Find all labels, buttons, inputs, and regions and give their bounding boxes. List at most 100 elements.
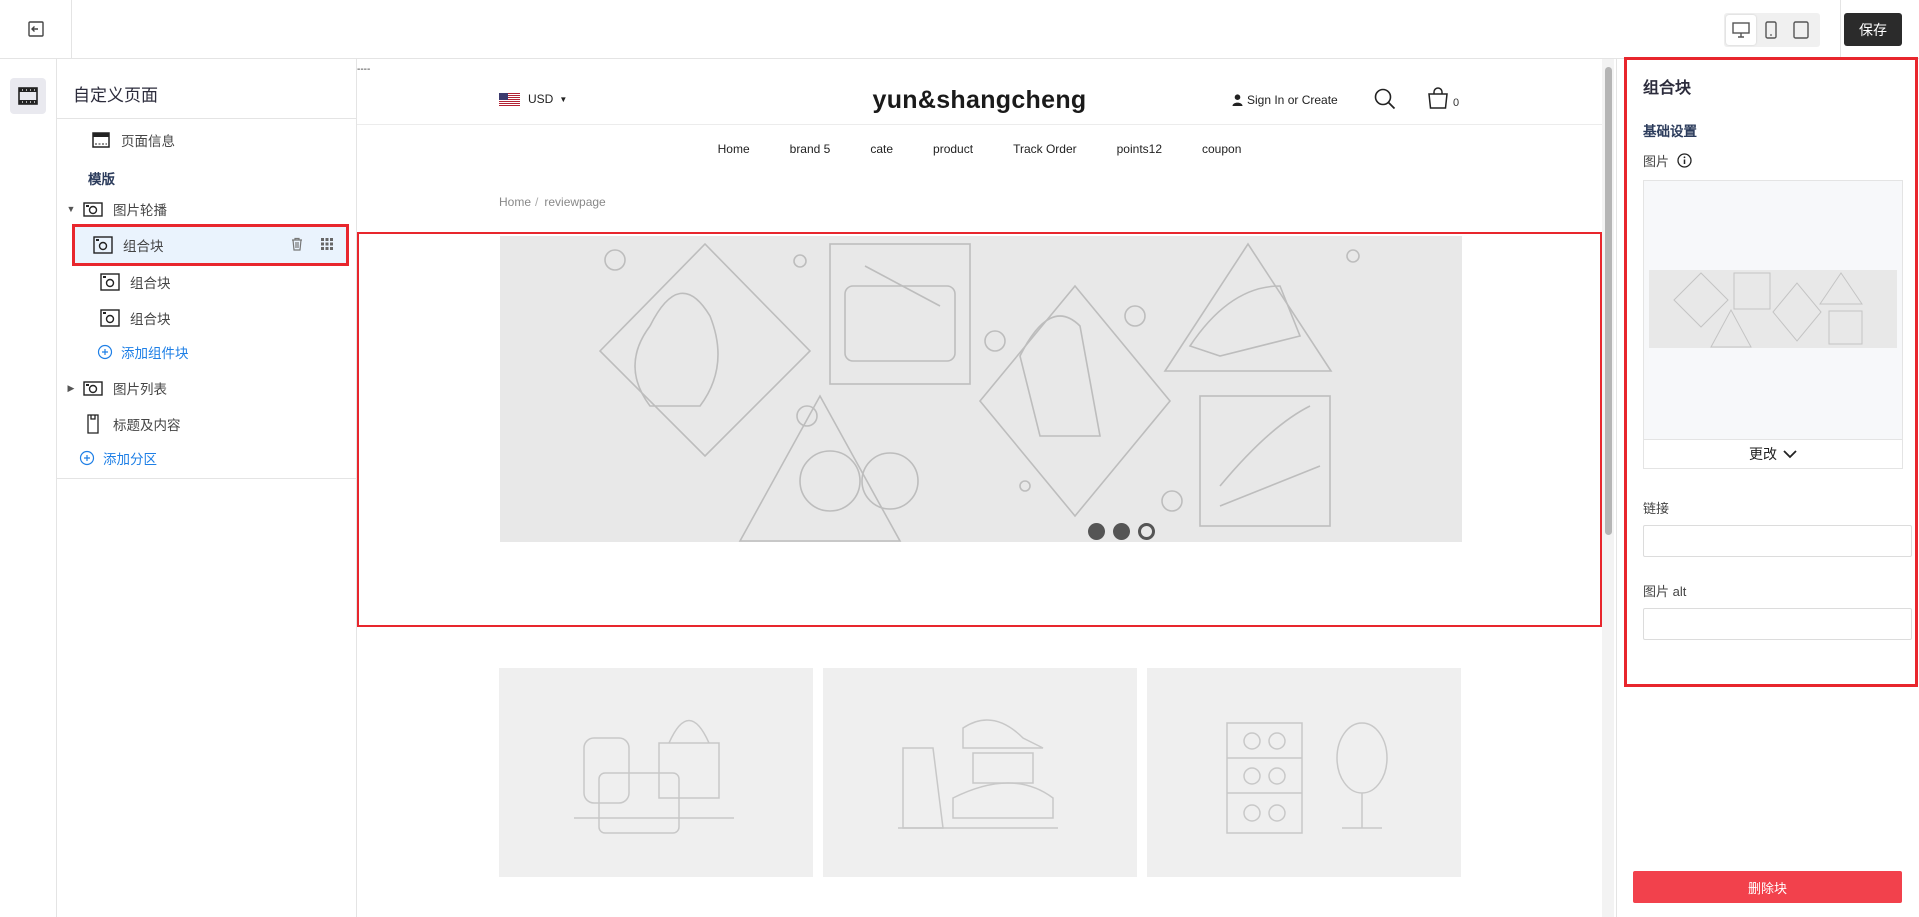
image-preview-area[interactable] (1644, 181, 1902, 439)
caret-right-icon[interactable]: ▶ (65, 383, 77, 394)
tree-item-label: 组合块 (130, 276, 171, 291)
cart-button[interactable]: 0 (1427, 87, 1459, 109)
row-actions (290, 237, 334, 251)
store-nav: Home brand 5 cate product Track Order po… (357, 142, 1602, 156)
block-settings-panel: 组合块 基础设置 图片 更改 链接 图片 alt 删除块 (1616, 57, 1919, 917)
image-list-item[interactable] (499, 668, 813, 877)
nav-item[interactable]: product (913, 142, 993, 156)
nav-item[interactable]: brand 5 (770, 142, 851, 156)
camera-icon (93, 235, 113, 255)
film-strip-icon (18, 87, 38, 105)
desktop-icon (1732, 22, 1750, 38)
drag-handle-icon[interactable] (320, 237, 334, 251)
tree-item-title-content[interactable]: 标题及内容 (83, 409, 181, 439)
scrollbar-thumb[interactable] (1605, 67, 1612, 535)
carousel-section-selected[interactable] (357, 232, 1602, 627)
nav-item[interactable]: Home (698, 142, 770, 156)
nav-item[interactable]: points12 (1097, 142, 1182, 156)
plus-circle-icon (95, 342, 115, 362)
left-icon-rail (0, 59, 57, 917)
tree-item-carousel[interactable]: ▼ 图片轮播 (65, 194, 167, 224)
block-row-content: 组合块 (93, 230, 164, 260)
add-section-link[interactable]: 添加分区 (77, 443, 157, 473)
tree-item-label: 图片轮播 (113, 203, 167, 218)
shoes-illustration (898, 719, 1058, 829)
image-picker[interactable]: 更改 (1643, 180, 1903, 469)
tree-item-block[interactable]: 组合块 (100, 267, 171, 297)
settings-section-label: 基础设置 (1643, 124, 1697, 139)
camera-icon (83, 378, 103, 398)
nav-item[interactable]: cate (850, 142, 913, 156)
search-icon (1374, 88, 1396, 110)
add-block-link[interactable]: 添加组件块 (95, 337, 189, 367)
camera-icon (100, 308, 120, 328)
search-button[interactable] (1374, 88, 1396, 115)
tablet-icon (1793, 21, 1809, 39)
fashion-illustration (598, 242, 1360, 542)
image-list-item[interactable] (823, 668, 1137, 877)
save-button[interactable]: 保存 (1844, 13, 1902, 46)
tablet-view-button[interactable] (1786, 15, 1816, 45)
tree-item-block[interactable]: 组合块 (100, 303, 171, 333)
preview-scrollbar[interactable] (1602, 59, 1614, 917)
tree-item-image-list[interactable]: ▶ 图片列表 (65, 373, 167, 403)
toolbar-divider (1840, 0, 1841, 58)
add-block-label: 添加组件块 (121, 346, 189, 361)
exit-editor-button[interactable] (0, 0, 72, 58)
tree-item-label: 组合块 (123, 239, 164, 254)
breadcrumb-current: reviewpage (544, 195, 606, 209)
user-icon (1232, 94, 1243, 106)
device-switcher (1724, 13, 1820, 47)
alt-input[interactable] (1643, 608, 1912, 640)
desktop-view-button[interactable] (1726, 15, 1756, 45)
tree-item-page-info[interactable]: 页面信息 (91, 125, 175, 155)
nav-item[interactable]: Track Order (993, 142, 1097, 156)
sections-rail-button[interactable] (10, 78, 46, 114)
divider (57, 118, 356, 119)
tree-item-block-selected[interactable]: 组合块 (72, 224, 349, 266)
camera-icon (100, 272, 120, 292)
page-info-icon (91, 130, 111, 150)
carousel-dot[interactable] (1113, 523, 1130, 540)
tree-item-label: 标题及内容 (113, 418, 181, 433)
shopping-bag-icon (1428, 87, 1448, 109)
document-tag-icon (83, 414, 103, 434)
info-icon[interactable] (1677, 153, 1692, 168)
signin-link[interactable]: Sign In or Create (1232, 93, 1338, 107)
link-input[interactable] (1643, 525, 1912, 557)
change-image-button[interactable]: 更改 (1644, 439, 1902, 468)
cart-count: 0 (1453, 97, 1460, 109)
plus-circle-icon (77, 448, 97, 468)
chevron-down-icon (1783, 449, 1797, 458)
top-toolbar: 保存 (0, 0, 1919, 59)
signin-label: Sign In or Create (1247, 93, 1338, 107)
nav-item[interactable]: coupon (1182, 142, 1261, 156)
carousel-dots (1088, 523, 1155, 540)
store-header[interactable]: USD ▼ yun&shangcheng Sign In or Create 0 (357, 59, 1602, 125)
carousel-dot[interactable] (1088, 523, 1105, 540)
carousel-slide-image[interactable] (500, 236, 1462, 542)
preview-canvas[interactable]: ---- USD ▼ yun&shangcheng Sign In or Cre… (357, 59, 1602, 917)
mobile-view-button[interactable] (1756, 15, 1786, 45)
image-list-item[interactable] (1147, 668, 1461, 877)
tree-item-label: 图片列表 (113, 382, 167, 397)
change-label: 更改 (1749, 446, 1777, 462)
divider (57, 478, 356, 479)
image-label-text: 图片 (1643, 154, 1670, 169)
camera-icon (83, 199, 103, 219)
breadcrumb-separator: / (535, 195, 539, 209)
bags-illustration (574, 720, 734, 834)
panel-title: 自定义页面 (73, 86, 158, 105)
template-section-label: 模版 (88, 172, 115, 187)
delete-block-button[interactable]: 删除块 (1633, 871, 1902, 903)
trash-icon[interactable] (290, 237, 304, 251)
page-structure-panel: 自定义页面 页面信息 模版 ▼ 图片轮播 组合块 组合块 组合块 添加组件块 ▶… (57, 59, 357, 917)
breadcrumb: Home / reviewpage (499, 195, 606, 209)
breadcrumb-home[interactable]: Home (499, 195, 531, 209)
alt-field-label: 图片 alt (1643, 584, 1687, 599)
caret-down-icon[interactable]: ▼ (65, 204, 77, 214)
settings-title: 组合块 (1643, 80, 1692, 97)
store-name[interactable]: yun&shangcheng (357, 86, 1602, 115)
carousel-dot-active[interactable] (1138, 523, 1155, 540)
add-section-label: 添加分区 (103, 452, 157, 467)
